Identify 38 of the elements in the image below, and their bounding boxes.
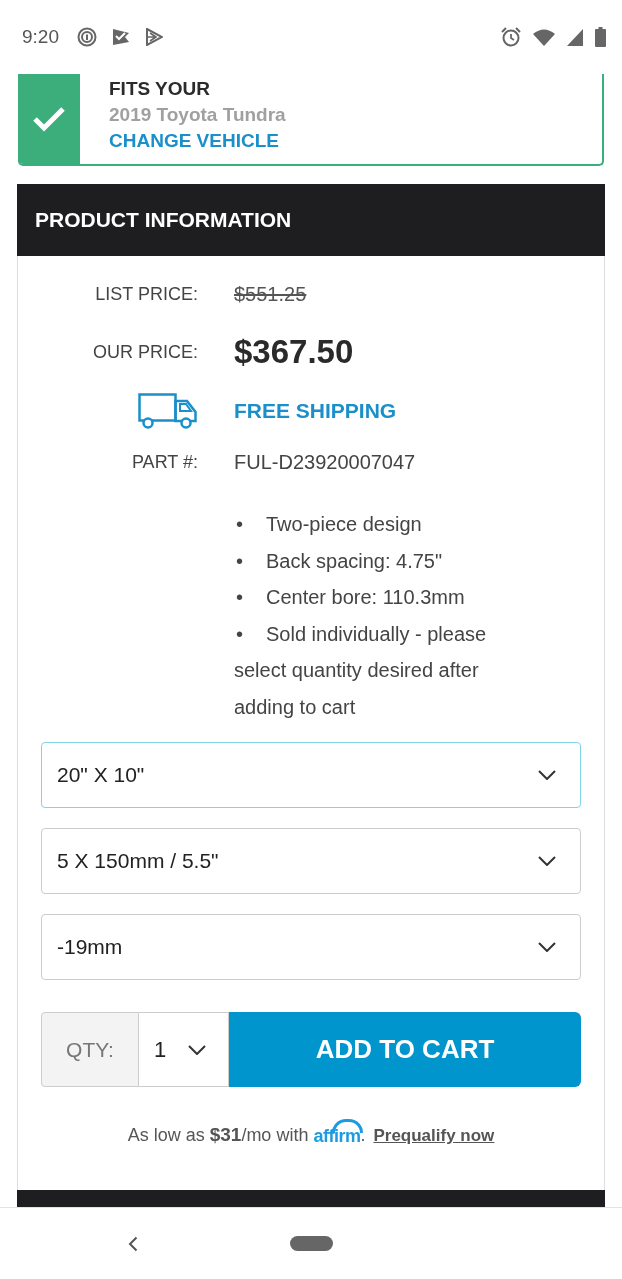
option-dropdown[interactable]: -19mm bbox=[41, 914, 581, 980]
play-icon bbox=[145, 28, 163, 46]
punctuation-text: . bbox=[360, 1125, 366, 1146]
feature-text: • Two-piece design bbox=[235, 512, 423, 537]
vehicle-name: 2019 Toyota Tundra bbox=[109, 103, 286, 127]
list-price-label: LIST PRICE: bbox=[95, 283, 198, 305]
fits-heading: FITS YOUR bbox=[109, 77, 210, 101]
home-button[interactable] bbox=[290, 1236, 333, 1251]
part-number-value: FUL-D23920007047 bbox=[234, 450, 416, 474]
alarm-clock-icon bbox=[501, 27, 521, 47]
checkmark-flag-icon bbox=[112, 28, 130, 46]
back-icon bbox=[128, 1236, 138, 1252]
prequalify-link[interactable]: Prequalify now bbox=[373, 1126, 495, 1146]
signal-icon bbox=[567, 28, 583, 46]
feature-text: • Back spacing: 4.75" bbox=[235, 548, 444, 574]
truck-icon bbox=[138, 393, 198, 429]
battery-icon bbox=[595, 27, 606, 47]
section-title: PRODUCT INFORMATION bbox=[35, 208, 292, 232]
change-vehicle-link[interactable]: CHANGE VEHICLE bbox=[109, 128, 279, 154]
feature-text: • Sold individually - please select quantity desired after adding to cart bbox=[234, 621, 488, 720]
wifi-icon bbox=[533, 28, 555, 46]
chevron-down-icon bbox=[188, 1044, 206, 1055]
part-number-label: PART #: bbox=[131, 451, 198, 473]
our-price-label: OUR PRICE: bbox=[93, 341, 198, 363]
chevron-down-icon bbox=[538, 856, 556, 866]
status-time: 9:20 bbox=[22, 26, 59, 48]
option-dropdown[interactable]: 5 X 150mm / 5.5" bbox=[41, 828, 581, 894]
list-price-value: $551.25 bbox=[234, 282, 307, 306]
option-dropdown[interactable]: 20" X 10" bbox=[41, 742, 581, 808]
free-shipping-text: FREE SHIPPING bbox=[234, 399, 397, 423]
chevron-down-icon bbox=[538, 770, 556, 780]
our-price-value: $367.50 bbox=[234, 333, 354, 371]
chevron-down-icon bbox=[538, 942, 556, 952]
financing-text: As low as $31/mo with bbox=[127, 1124, 309, 1146]
feature-text: • Center bore: 110.3mm bbox=[235, 585, 466, 610]
affirm-logo: affirm bbox=[313, 1119, 361, 1146]
concentric-circles-icon bbox=[77, 27, 97, 47]
quantity-label: QTY: bbox=[41, 1012, 139, 1087]
